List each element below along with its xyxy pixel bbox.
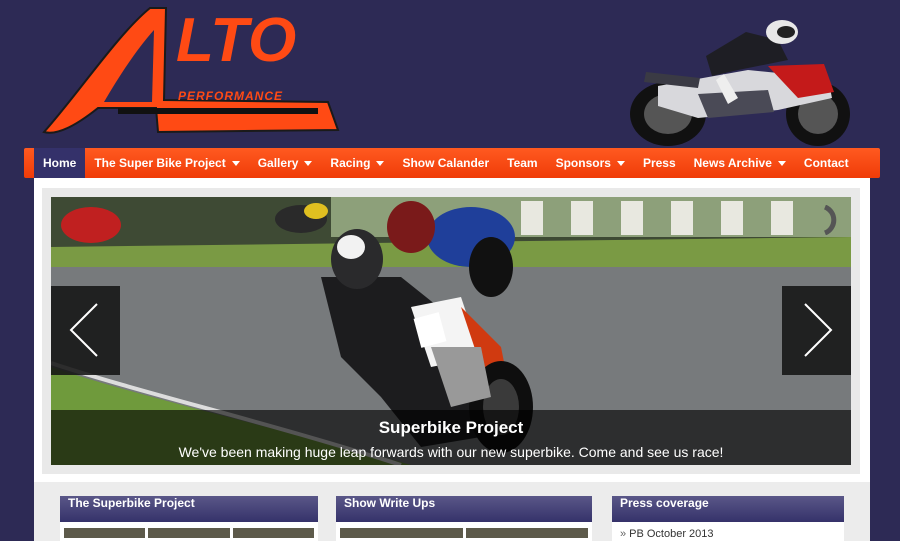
widget-title[interactable]: Press coverage bbox=[612, 496, 844, 522]
slide-title: Superbike Project bbox=[378, 418, 524, 437]
widget-thumbnails bbox=[336, 522, 592, 541]
nav-item-show-calander[interactable]: Show Calander bbox=[393, 148, 498, 178]
nav-item-home[interactable]: Home bbox=[34, 148, 86, 178]
nav-label: News Archive bbox=[693, 156, 772, 170]
nav-label: Contact bbox=[803, 156, 849, 170]
nav-item-team[interactable]: Team bbox=[498, 148, 546, 178]
nav-item-press[interactable]: Press bbox=[634, 148, 685, 178]
nav-item-super-bike-project[interactable]: The Super Bike Project bbox=[85, 148, 248, 178]
site-logo[interactable]: LTO PERFORMANCE bbox=[38, 4, 348, 142]
thumbnail[interactable] bbox=[340, 528, 463, 538]
chevron-down-icon bbox=[304, 160, 313, 166]
nav-item-sponsors[interactable]: Sponsors bbox=[547, 148, 634, 178]
widget-thumbnails bbox=[60, 522, 318, 541]
header-motorbike-image bbox=[630, 20, 850, 146]
chevron-down-icon bbox=[616, 160, 625, 166]
slide-caption: Superbike Project We've been making huge… bbox=[51, 410, 851, 465]
slide-description: We've been making huge leap forwards wit… bbox=[178, 444, 724, 460]
chevron-right-icon bbox=[804, 303, 833, 357]
chevron-left-icon bbox=[69, 303, 98, 357]
nav-label: Racing bbox=[330, 156, 371, 170]
main-nav: Home The Super Bike Project Gallery Raci… bbox=[24, 148, 880, 178]
nav-label: Show Calander bbox=[402, 156, 490, 170]
site-header: LTO PERFORMANCE bbox=[0, 0, 900, 148]
widget-title[interactable]: Show Write Ups bbox=[336, 496, 592, 522]
nav-label: Home bbox=[43, 156, 77, 170]
widgets-area: The Superbike Project Show Write Ups Pre… bbox=[34, 482, 870, 541]
thumbnail[interactable] bbox=[465, 528, 588, 538]
thumbnail[interactable] bbox=[148, 528, 230, 538]
nav-item-contact[interactable]: Contact bbox=[795, 148, 858, 178]
image-slider: Superbike Project We've been making huge… bbox=[51, 197, 851, 465]
widget-title[interactable]: The Superbike Project bbox=[60, 496, 318, 522]
chevron-down-icon bbox=[231, 160, 240, 166]
logo-subtitle: PERFORMANCE bbox=[178, 89, 284, 103]
widget-press-coverage: Press coverage PB October 2013 bbox=[612, 496, 844, 541]
slider-prev-button[interactable] bbox=[51, 286, 120, 375]
widget-superbike-project: The Superbike Project bbox=[60, 496, 318, 541]
nav-item-gallery[interactable]: Gallery bbox=[249, 148, 322, 178]
press-item-link[interactable]: PB October 2013 bbox=[612, 522, 844, 541]
slider-frame: Superbike Project We've been making huge… bbox=[42, 188, 860, 474]
logo-wordmark: LTO bbox=[176, 6, 298, 75]
nav-label: The Super Bike Project bbox=[94, 156, 226, 170]
chevron-down-icon bbox=[376, 160, 385, 166]
thumbnail[interactable] bbox=[232, 528, 314, 538]
nav-item-racing[interactable]: Racing bbox=[321, 148, 393, 178]
nav-label: Team bbox=[507, 156, 538, 170]
nav-label: Press bbox=[642, 156, 676, 170]
nav-label: Sponsors bbox=[555, 156, 611, 170]
slider-timer-icon bbox=[823, 205, 837, 235]
nav-label: Gallery bbox=[257, 156, 299, 170]
nav-item-news-archive[interactable]: News Archive bbox=[685, 148, 795, 178]
content-panel: Superbike Project We've been making huge… bbox=[34, 178, 870, 541]
slider-next-button[interactable] bbox=[782, 286, 851, 375]
chevron-down-icon bbox=[777, 160, 786, 166]
widget-show-write-ups: Show Write Ups bbox=[336, 496, 592, 541]
thumbnail[interactable] bbox=[64, 528, 146, 538]
